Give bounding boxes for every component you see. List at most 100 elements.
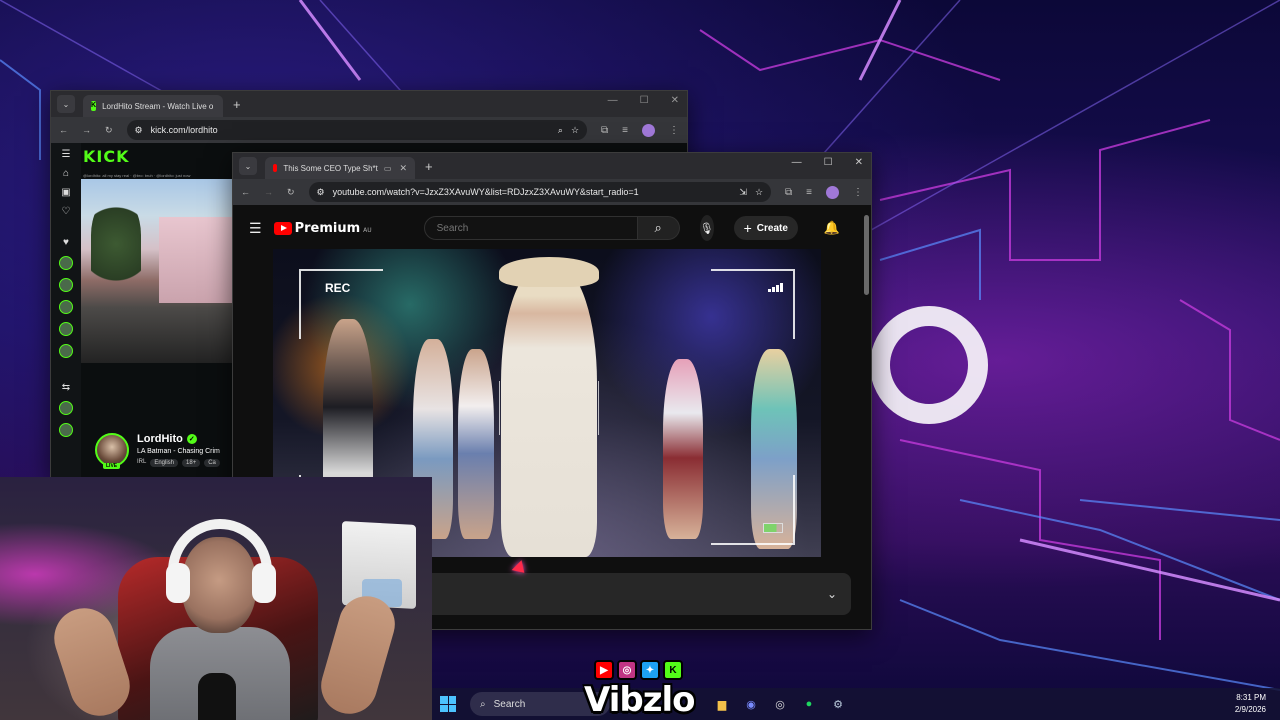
tab-youtube-video[interactable]: This Some CEO Type Sh*t ▭ ✕ <box>265 157 415 179</box>
tab-title: This Some CEO Type Sh*t <box>283 163 378 173</box>
maximize-icon[interactable]: ☐ <box>640 95 649 106</box>
tab-search-chevron-icon[interactable]: ⌄ <box>239 157 257 175</box>
search-icon[interactable]: ⌕ <box>637 216 680 240</box>
youtube-search: ⌕ <box>423 216 680 240</box>
site-info-icon[interactable]: ⚙ <box>135 125 143 136</box>
site-info-icon[interactable]: ⚙ <box>317 187 325 198</box>
followed-channel-avatar[interactable] <box>59 322 73 336</box>
youtube-premium-logo[interactable]: Premium AU <box>273 221 372 236</box>
kick-tab-strip: ⌄ K LordHito Stream - Watch Live o ✕ + —… <box>51 91 687 117</box>
stream-tag[interactable]: 18+ <box>182 459 201 467</box>
kick-icon: K <box>663 660 683 680</box>
obs-icon[interactable]: ◎ <box>769 693 791 715</box>
reload-icon[interactable]: ↻ <box>287 187 295 198</box>
address-bar[interactable]: ⚙ youtube.com/watch?v=JzxZ3XAvuWY&list=R… <box>308 182 772 202</box>
youtube-favicon-icon <box>273 164 278 172</box>
verified-check-icon: ✓ <box>186 434 197 444</box>
recommended-channel-avatar[interactable] <box>59 401 73 415</box>
stream-tag[interactable]: English <box>150 459 179 467</box>
maximize-icon[interactable]: ☐ <box>824 157 833 168</box>
kick-logo[interactable]: KICK <box>83 147 130 166</box>
close-window-icon[interactable]: ✕ <box>855 157 863 168</box>
streamer-avatar[interactable]: LIVE <box>95 433 129 469</box>
expand-chevron-down-icon[interactable]: ⌄ <box>827 587 837 601</box>
streamer-name[interactable]: LordHito <box>137 433 183 445</box>
live-badge: LIVE <box>103 463 121 469</box>
profile-avatar-icon[interactable] <box>826 185 839 199</box>
media-queue-icon[interactable]: ≡ <box>622 125 628 136</box>
signal-strength-icon <box>768 283 783 292</box>
stream-tag[interactable]: IRL <box>137 459 146 467</box>
viewfinder-corner <box>711 475 795 545</box>
followed-channel-avatar[interactable] <box>59 256 73 270</box>
search-input[interactable] <box>423 216 638 240</box>
close-window-icon[interactable]: ✕ <box>671 95 679 106</box>
youtube-tab-strip: ⌄ This Some CEO Type Sh*t ▭ ✕ + — ☐ ✕ <box>233 153 871 179</box>
reload-icon[interactable]: ↻ <box>105 125 113 136</box>
back-icon[interactable]: ← <box>59 125 68 135</box>
dancer-shape <box>663 359 703 539</box>
kick-toolbar: ← → ↻ ⚙ kick.com/lordhito ⌕ ☆ ⧉ ≡ ⋮ <box>51 117 687 143</box>
followed-channel-avatar[interactable] <box>59 344 73 358</box>
kick-stream-video[interactable] <box>81 179 233 363</box>
address-bar[interactable]: ⚙ kick.com/lordhito ⌕ ☆ <box>126 120 588 140</box>
tab-close-icon[interactable]: ✕ <box>399 163 407 174</box>
kick-favicon-icon: K <box>91 101 97 111</box>
forward-icon[interactable]: → <box>264 187 273 197</box>
system-clock[interactable]: 8:31 PM 2/9/2026 <box>1235 692 1266 716</box>
rec-text: REC <box>325 281 351 295</box>
region-code: AU <box>363 226 372 234</box>
guide-menu-icon[interactable]: ☰ <box>249 220 262 237</box>
battery-icon <box>763 523 783 533</box>
favorites-heart-icon[interactable]: ♥ <box>63 237 69 248</box>
back-icon[interactable]: ← <box>241 187 250 197</box>
file-explorer-icon[interactable]: ▆ <box>711 693 733 715</box>
windows-taskbar: ⌕ Search ▆ ◉ ◎ ● ⚙ 8:31 PM 2/9/2026 <box>432 688 1280 720</box>
discord-icon[interactable]: ◉ <box>740 693 762 715</box>
voice-search-mic-icon[interactable]: 🎙 <box>699 215 714 241</box>
forward-icon[interactable]: → <box>82 125 91 135</box>
stream-tag[interactable]: Ca <box>204 459 220 467</box>
minimize-icon[interactable]: — <box>608 95 618 106</box>
zoom-icon[interactable]: ⌕ <box>558 125 563 136</box>
browse-icon[interactable]: ▣ <box>61 187 70 198</box>
extensions-icon[interactable]: ⧉ <box>785 187 792 198</box>
clock-date: 2/9/2026 <box>1234 705 1266 714</box>
media-queue-icon[interactable]: ≡ <box>806 187 812 198</box>
plus-icon: + <box>743 220 752 236</box>
headphone-cup-shape <box>252 563 276 603</box>
new-tab-icon[interactable]: + <box>425 159 433 174</box>
tab-cast-icon[interactable]: ▭ <box>384 164 392 173</box>
followed-channel-avatar[interactable] <box>59 300 73 314</box>
taskbar-apps: ▆ ◉ ◎ ● ⚙ <box>704 693 849 715</box>
bookmark-star-icon[interactable]: ☆ <box>755 187 763 198</box>
headphone-cup-shape <box>166 563 190 603</box>
extensions-icon[interactable]: ⧉ <box>601 125 608 136</box>
followed-channel-avatar[interactable] <box>59 278 73 292</box>
steam-icon[interactable]: ⚙ <box>827 693 849 715</box>
notifications-bell-icon[interactable]: 🔔 <box>824 220 840 236</box>
tab-kick-stream[interactable]: K LordHito Stream - Watch Live o ✕ <box>83 95 223 117</box>
new-tab-icon[interactable]: + <box>233 97 241 112</box>
video-building-shape <box>159 217 233 303</box>
spotify-icon[interactable]: ● <box>798 693 820 715</box>
profile-avatar-icon[interactable] <box>642 123 655 137</box>
streamer-webcam <box>0 477 432 720</box>
home-icon[interactable]: ⌂ <box>63 168 69 179</box>
youtube-icon: ▶ <box>594 660 614 680</box>
window-controls: — ☐ ✕ <box>792 157 863 168</box>
windows-start-icon[interactable] <box>440 696 456 712</box>
menu-kebab-icon[interactable]: ⋮ <box>669 125 679 136</box>
menu-kebab-icon[interactable]: ⋮ <box>853 187 863 198</box>
bookmark-star-icon[interactable]: ☆ <box>571 125 579 136</box>
minimize-icon[interactable]: — <box>792 157 802 168</box>
recommended-channel-avatar[interactable] <box>59 423 73 437</box>
tab-search-chevron-icon[interactable]: ⌄ <box>57 95 75 113</box>
following-heart-icon[interactable]: ♡ <box>62 206 71 217</box>
page-scrollbar[interactable] <box>864 215 869 295</box>
install-app-icon[interactable]: ⇲ <box>739 187 747 198</box>
hamburger-icon[interactable]: ☰ <box>62 149 71 160</box>
recommended-icon[interactable]: ⇆ <box>62 382 70 393</box>
create-button[interactable]: + Create <box>733 216 798 240</box>
instagram-icon: ◎ <box>617 660 637 680</box>
